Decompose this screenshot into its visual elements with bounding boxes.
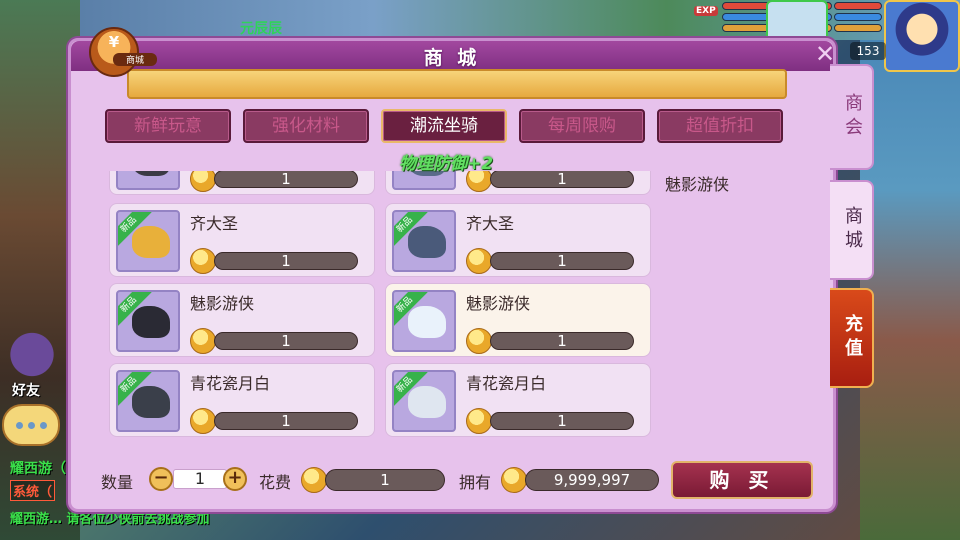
coin-icon (466, 328, 492, 354)
coin-icon (190, 248, 216, 274)
list-item[interactable]: 1 (109, 171, 375, 195)
mount-thumbnail: 新品 (392, 290, 456, 352)
category-tabs: 新鲜玩意 强化材料 潮流坐骑 每周限购 超值折扣 (105, 109, 795, 143)
attribute-bonus-text: 物理防御+2 (399, 154, 494, 174)
quantity-plus-button[interactable]: + (223, 467, 247, 491)
list-item-selected[interactable]: 新品 魅影游侠 1 (385, 283, 651, 357)
tab-discounts[interactable]: 超值折扣 (657, 109, 783, 143)
hero-level: 153 (850, 42, 886, 60)
tab-weekly-limited[interactable]: 每周限购 (519, 109, 645, 143)
list-item[interactable]: 新品 齐大圣 1 (385, 203, 651, 277)
purchase-footer: 数量 − 1 + 花费 1 拥有 9,999,997 购 买 (71, 459, 833, 503)
quantity-label: 数量 (101, 473, 134, 492)
mount-thumbnail: 新品 (392, 370, 456, 432)
yen-icon: ¥ (108, 33, 120, 51)
header-scroll-decoration (127, 69, 787, 99)
logo-label: 商城 (113, 53, 157, 66)
list-item[interactable]: 新品 青花瓷月白 1 (385, 363, 651, 437)
tab-novelty[interactable]: 新鲜玩意 (105, 109, 231, 143)
item-price: 1 (214, 252, 358, 270)
chat-dot (16, 422, 23, 429)
list-item[interactable]: 新品 青花瓷月白 1 (109, 363, 375, 437)
chat-bubble-icon[interactable] (2, 404, 60, 446)
mount-image (132, 171, 170, 176)
mall-panel: 商 城 ✕ ¥ 商城 新鲜玩意 强化材料 潮流坐骑 每周限购 超值折扣 1 1 … (68, 27, 836, 512)
cost-label: 花费 (259, 473, 292, 492)
mall-logo-icon: ¥ 商城 (89, 27, 157, 77)
buy-button[interactable]: 购 买 (671, 461, 813, 499)
owned-value: 9,999,997 (525, 469, 659, 491)
owned-label: 拥有 (459, 473, 492, 492)
coin-icon (466, 171, 492, 192)
tab-mall[interactable]: 商城 (830, 180, 874, 280)
tab-guild-shop[interactable]: 商会 (830, 64, 874, 170)
chat-dot (28, 422, 35, 429)
mount-image (408, 226, 446, 258)
item-name: 齐大圣 (466, 214, 515, 233)
quantity-field[interactable]: 1 (173, 469, 227, 489)
item-name: 青花瓷月白 (466, 374, 547, 393)
item-price: 1 (490, 412, 634, 430)
hero-sp-bar (834, 24, 882, 32)
item-price: 1 (214, 412, 358, 430)
item-price: 1 (214, 171, 358, 188)
item-grid[interactable]: 1 1 新品 齐大圣 1 新品 齐大圣 1 新品 魅影游侠 1 新品 魅影游侠 … (109, 171, 657, 443)
game-scene-right (860, 40, 960, 540)
mount-image (408, 306, 446, 338)
preview-mount-name: 魅影游侠 (665, 175, 730, 194)
coin-icon (190, 408, 216, 434)
item-name: 魅影游侠 (190, 294, 255, 313)
panel-header: 商 城 (71, 41, 833, 71)
mount-thumbnail: 新品 (116, 210, 180, 272)
mount-thumbnail: 新品 (116, 370, 180, 432)
item-price: 1 (490, 252, 634, 270)
hero-mp-bar (834, 13, 882, 21)
item-name: 青花瓷月白 (190, 374, 271, 393)
mount-image (408, 386, 446, 418)
chat-system-tag: 系统（ (10, 480, 56, 501)
mount-thumbnail: 新品 (116, 290, 180, 352)
hero-hp-bar (834, 2, 882, 10)
tab-mounts[interactable]: 潮流坐骑 (381, 109, 507, 143)
item-price: 1 (490, 171, 634, 188)
mount-image (132, 386, 170, 418)
mount-thumbnail (116, 171, 180, 190)
coin-icon (190, 328, 216, 354)
mount-image (132, 226, 170, 258)
quantity-minus-button[interactable]: − (149, 467, 173, 491)
list-item[interactable]: 1 (385, 171, 651, 195)
item-price: 1 (214, 332, 358, 350)
mount-thumbnail: 新品 (392, 210, 456, 272)
player-name-label: 元辰辰 (240, 21, 282, 37)
coin-icon (466, 408, 492, 434)
exp-badge: EXP (694, 6, 718, 16)
tab-recharge[interactable]: 充值 (830, 288, 874, 388)
tab-upgrade-materials[interactable]: 强化材料 (243, 109, 369, 143)
hero-avatar[interactable] (884, 0, 960, 72)
item-name: 齐大圣 (190, 214, 239, 233)
list-item[interactable]: 新品 齐大圣 1 (109, 203, 375, 277)
friends-label: 好友 (12, 383, 40, 399)
chat-dot (40, 422, 47, 429)
mount-image (132, 306, 170, 338)
coin-icon (301, 467, 327, 493)
cost-value: 1 (325, 469, 445, 491)
page-title: 商 城 (423, 47, 481, 69)
coin-icon (466, 248, 492, 274)
chat-message-line: 耀西游（ (10, 461, 66, 477)
item-price: 1 (490, 332, 634, 350)
item-name: 魅影游侠 (466, 294, 531, 313)
coin-icon (190, 171, 216, 192)
list-item[interactable]: 新品 魅影游侠 1 (109, 283, 375, 357)
coin-icon (501, 467, 527, 493)
